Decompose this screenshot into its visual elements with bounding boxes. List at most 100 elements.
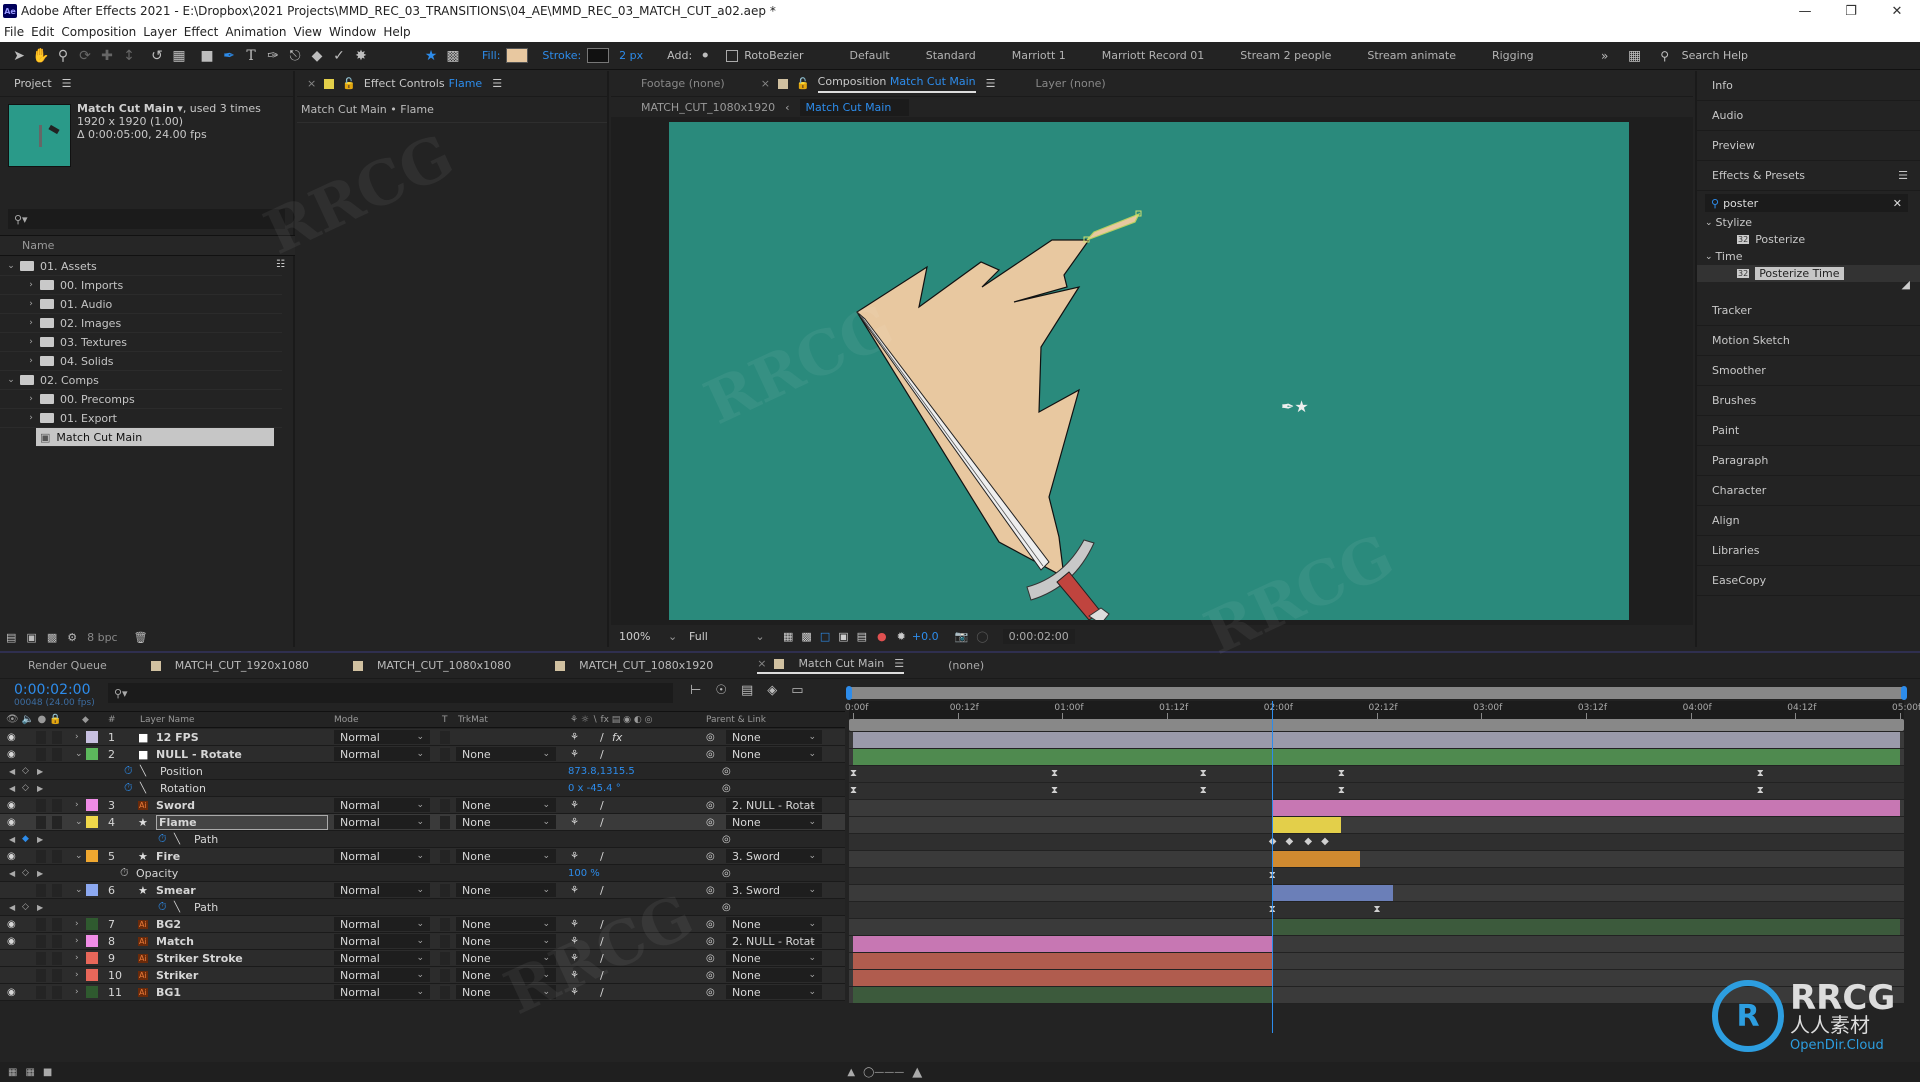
panel-menu-icon[interactable]: ☰ bbox=[492, 77, 502, 90]
quality-switch-icon[interactable]: / bbox=[600, 816, 604, 829]
add-keyframe-icon[interactable]: ◇ bbox=[22, 766, 29, 776]
blend-mode-dropdown[interactable]: Normal ⌄ bbox=[334, 934, 430, 948]
bit-depth-button[interactable]: 8 bpc bbox=[87, 631, 118, 644]
chevron-right-icon[interactable]: › bbox=[26, 394, 36, 404]
channel-icon[interactable]: ● bbox=[877, 630, 887, 643]
work-area-span[interactable] bbox=[849, 719, 1904, 731]
track-matte-dropdown[interactable]: None ⌄ bbox=[456, 968, 556, 982]
visibility-eye-icon[interactable]: ◉ bbox=[7, 817, 16, 828]
keyframe-marker[interactable]: ⧗ bbox=[850, 785, 857, 796]
new-composition-icon[interactable]: ▩ bbox=[47, 631, 57, 644]
panel-audio[interactable]: Audio bbox=[1697, 101, 1920, 131]
parent-dropdown[interactable]: 3. Sword ⌄ bbox=[726, 883, 822, 897]
keyframe-marker[interactable]: ⧗ bbox=[1338, 785, 1345, 796]
panel-menu-icon[interactable]: ☰ bbox=[62, 77, 72, 90]
pick-whip-icon[interactable]: ◎ bbox=[706, 953, 715, 964]
panel-menu-icon[interactable]: ☰ bbox=[1898, 169, 1908, 182]
timeline-current-time[interactable]: 0:00:02:00 bbox=[14, 682, 95, 698]
parent-dropdown[interactable]: 2. NULL - Rotat ⌄ bbox=[726, 798, 822, 812]
pick-whip-icon[interactable]: ◎ bbox=[706, 970, 715, 981]
property-value[interactable]: 0 x -45.4 ° bbox=[568, 783, 621, 794]
project-item[interactable]: › 01. Export bbox=[0, 409, 282, 428]
effect-item[interactable]: 32 Posterize bbox=[1697, 231, 1920, 248]
preserve-transparency-switch[interactable] bbox=[440, 849, 450, 863]
expression-pick-whip-icon[interactable]: ◎ bbox=[722, 766, 731, 777]
clone-stamp-tool-icon[interactable]: ⎋ bbox=[284, 45, 306, 67]
label-color-swatch[interactable] bbox=[86, 748, 98, 760]
blend-mode-dropdown[interactable]: Normal ⌄ bbox=[334, 730, 430, 744]
menu-effect[interactable]: Effect bbox=[184, 25, 219, 39]
chevron-right-icon[interactable]: › bbox=[26, 413, 36, 423]
pick-whip-icon[interactable]: ◎ bbox=[706, 936, 715, 947]
prev-keyframe-icon[interactable]: ◀ bbox=[9, 869, 15, 878]
roto-brush-tool-icon[interactable]: ✓ bbox=[328, 45, 350, 67]
blend-mode-dropdown[interactable]: Normal ⌄ bbox=[334, 917, 430, 931]
label-color-swatch[interactable] bbox=[86, 884, 98, 896]
pick-whip-icon[interactable]: ◎ bbox=[706, 919, 715, 930]
project-item[interactable]: ⌄ 01. Assets bbox=[0, 257, 282, 276]
layer-name[interactable]: BG2 bbox=[156, 918, 181, 931]
visibility-eye-icon[interactable]: ◉ bbox=[7, 987, 16, 998]
breadcrumb-prev-comp[interactable]: MATCH_CUT_1080x1920 bbox=[641, 101, 775, 114]
menu-view[interactable]: View bbox=[294, 25, 322, 39]
layer-row[interactable]: › 9 Ai Striker Stroke Normal ⌄ None ⌄ ⚘ / ◎ None ⌄ bbox=[0, 950, 845, 967]
layer-name[interactable]: Sword bbox=[156, 799, 195, 812]
visibility-eye-icon[interactable]: ◉ bbox=[7, 749, 16, 760]
track-matte-dropdown[interactable]: None ⌄ bbox=[456, 798, 556, 812]
keyframe-marker[interactable]: ⧗ bbox=[1051, 785, 1058, 796]
next-keyframe-icon[interactable]: ▶ bbox=[37, 784, 43, 793]
pick-whip-icon[interactable]: ◎ bbox=[706, 817, 715, 828]
layer-row[interactable]: ◉ ⌄ 4 ★ Flame Normal ⌄ None ⌄ ⚘ / ◎ None ⌄ bbox=[0, 814, 845, 831]
track-matte-dropdown[interactable]: None ⌄ bbox=[456, 917, 556, 931]
add-property-icon[interactable]: ⚫ bbox=[698, 45, 712, 67]
panel-paint[interactable]: Paint bbox=[1697, 416, 1920, 446]
lock-switch[interactable] bbox=[52, 917, 62, 931]
project-item[interactable]: › 03. Textures bbox=[0, 333, 282, 352]
clear-search-icon[interactable]: ✕ bbox=[1893, 197, 1902, 210]
label-color-swatch[interactable] bbox=[86, 952, 98, 964]
quality-switch-icon[interactable]: / bbox=[600, 935, 604, 948]
shy-switch-icon[interactable]: ⚘ bbox=[570, 817, 579, 828]
workspace-default[interactable]: Default bbox=[850, 49, 890, 62]
quality-switch-icon[interactable]: / bbox=[600, 986, 604, 999]
magnification-dropdown[interactable]: 100% ⌄ bbox=[619, 630, 679, 643]
selection-tool-icon[interactable]: ➤ bbox=[8, 45, 30, 67]
quality-switch-icon[interactable]: / bbox=[600, 799, 604, 812]
layer-name[interactable]: Striker Stroke bbox=[156, 952, 243, 965]
layer-row[interactable]: ◉ › 8 Ai Match Normal ⌄ None ⌄ ⚘ / ◎ 2. NULL - Rotat… bbox=[0, 933, 845, 950]
timeline-search-input[interactable]: ⚲▾ bbox=[108, 683, 673, 703]
preserve-transparency-switch[interactable] bbox=[440, 917, 450, 931]
project-item[interactable]: › 02. Images bbox=[0, 314, 282, 333]
work-area-bar[interactable] bbox=[846, 686, 1907, 700]
pan-camera-tool-icon[interactable]: ✚ bbox=[96, 45, 118, 67]
timeline-tab[interactable]: MATCH_CUT_1920x1080 bbox=[150, 659, 309, 672]
shy-switch-icon[interactable]: ⚘ bbox=[570, 851, 579, 862]
preserve-transparency-switch[interactable] bbox=[440, 951, 450, 965]
parent-dropdown[interactable]: None ⌄ bbox=[726, 815, 822, 829]
layer-duration-bar[interactable] bbox=[853, 732, 1900, 748]
time-ruler[interactable]: 0:00f 00:12f 01:00f 01:12f 02:00f 02:12f 03:00… bbox=[845, 701, 1920, 719]
keyframe-marker[interactable]: ⧗ bbox=[1757, 768, 1764, 779]
layer-duration-bar[interactable] bbox=[1271, 800, 1900, 816]
shy-switch-icon[interactable]: ⚘ bbox=[570, 885, 579, 896]
shy-switch-icon[interactable]: ⚘ bbox=[570, 953, 579, 964]
blend-mode-dropdown[interactable]: Normal ⌄ bbox=[334, 968, 430, 982]
project-item[interactable]: ⌄ 02. Comps bbox=[0, 371, 282, 390]
solo-switch[interactable] bbox=[36, 985, 46, 999]
property-row[interactable]: ◀ ◇ ▶ ⏱ ╲ Position 873.8,1315.5 ◎ bbox=[0, 763, 845, 780]
star-shape-icon[interactable]: ★ bbox=[420, 45, 442, 67]
parent-dropdown[interactable]: None ⌄ bbox=[726, 951, 822, 965]
menu-window[interactable]: Window bbox=[329, 25, 376, 39]
shy-switch-icon[interactable]: ⚘ bbox=[570, 800, 579, 811]
menu-animation[interactable]: Animation bbox=[225, 25, 286, 39]
blend-mode-dropdown[interactable]: Normal ⌄ bbox=[334, 985, 430, 999]
lock-switch[interactable] bbox=[52, 798, 62, 812]
layer-name-header[interactable]: Layer Name bbox=[140, 715, 195, 725]
chevron-down-icon[interactable]: ⌄ bbox=[1705, 218, 1713, 228]
delete-icon[interactable]: 🗑 bbox=[134, 631, 148, 644]
footage-tab[interactable]: Footage (none) bbox=[641, 77, 725, 90]
project-item[interactable]: › 00. Imports bbox=[0, 276, 282, 295]
layer-duration-bar[interactable] bbox=[853, 953, 1272, 969]
menu-help[interactable]: Help bbox=[383, 25, 410, 39]
property-row[interactable]: ◀ ◆ ▶ ⏱ ╲ Path ◎ bbox=[0, 831, 845, 848]
